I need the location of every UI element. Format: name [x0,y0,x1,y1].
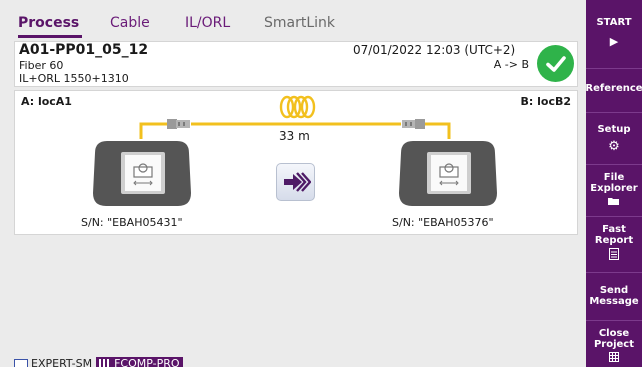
connector-a-icon [167,119,190,129]
send-message-label: Send [599,285,629,296]
reference-button[interactable]: Reference [585,83,642,94]
close-project-label: Close [598,328,630,339]
close-project-label: Project [593,339,635,350]
gear-icon: ⚙ [608,139,620,154]
fiber-label: Fiber 60 [19,59,64,72]
start-label: START [596,17,632,28]
test-wavelengths: IL+ORL 1550+1310 [19,72,129,85]
sidebar-divider [586,112,642,113]
sidebar-divider [586,164,642,165]
start-button[interactable]: START ▶ [586,17,642,48]
folder-icon [608,198,619,205]
report-icon [609,248,619,260]
fiber-spool-icon [279,95,316,119]
swap-direction-button[interactable] [276,163,315,201]
close-project-button[interactable]: Close Project [586,328,642,362]
test-direction: A -> B [493,58,529,71]
pass-check-icon [537,45,574,82]
tab-il-orl[interactable]: IL/ORL [185,15,230,31]
cable-id: A01-PP01_05_12 [19,42,149,58]
file-explorer-button[interactable]: File Explorer [586,172,642,206]
play-icon: ▶ [609,35,619,48]
expert-sm-status[interactable]: EXPERT-SM [14,357,92,367]
sidebar-divider [586,320,642,321]
serial-number-b: S/N: "EBAH05376" [392,216,494,229]
action-sidebar: START ▶ Reference Setup ⚙ File Explorer … [585,0,642,367]
sidebar-divider [586,68,642,69]
sidebar-divider [586,272,642,273]
fast-report-label: Fast [602,224,626,235]
reference-label: Reference [585,83,642,94]
link-diagram: A: locA1 B: locB2 33 m S/N: "EBAH05431" … [14,90,578,235]
fcomp-pro-label: FCOMP-PRO [114,357,180,367]
file-explorer-label: File [603,172,625,183]
sidebar-divider [586,216,642,217]
expert-sm-label: EXPERT-SM [31,357,93,367]
tab-smartlink[interactable]: SmartLink [264,15,335,31]
tab-bar: Process Cable IL/ORL SmartLink [8,0,586,38]
test-device-b-icon [399,141,497,206]
test-datetime: 07/01/2022 12:03 (UTC+2) [353,43,516,57]
project-grid-icon [609,352,619,362]
fiber-length: 33 m [279,129,310,143]
setup-label: Setup [597,124,631,135]
fcomp-icon [99,358,112,367]
active-tab-indicator [18,35,82,38]
test-device-a-icon [93,141,191,206]
file-explorer-label: Explorer [590,183,638,194]
tab-process[interactable]: Process [18,15,79,31]
cable-info-panel: A01-PP01_05_12 Fiber 60 IL+ORL 1550+1310… [14,41,578,87]
swap-arrows-icon [283,172,311,192]
send-message-label: Message [589,296,639,307]
connector-b-icon [402,119,425,129]
setup-button[interactable]: Setup ⚙ [586,124,642,153]
fcomp-pro-status[interactable]: FCOMP-PRO [96,357,183,367]
status-bar: EXPERT-SM FCOMP-PRO [14,357,183,367]
fast-report-button[interactable]: Fast Report [586,224,642,260]
fast-report-label: Report [594,235,634,246]
serial-number-a: S/N: "EBAH05431" [81,216,183,229]
tab-cable[interactable]: Cable [110,15,150,31]
send-message-button[interactable]: Send Message [586,285,642,307]
otdr-trace-icon [14,358,28,367]
